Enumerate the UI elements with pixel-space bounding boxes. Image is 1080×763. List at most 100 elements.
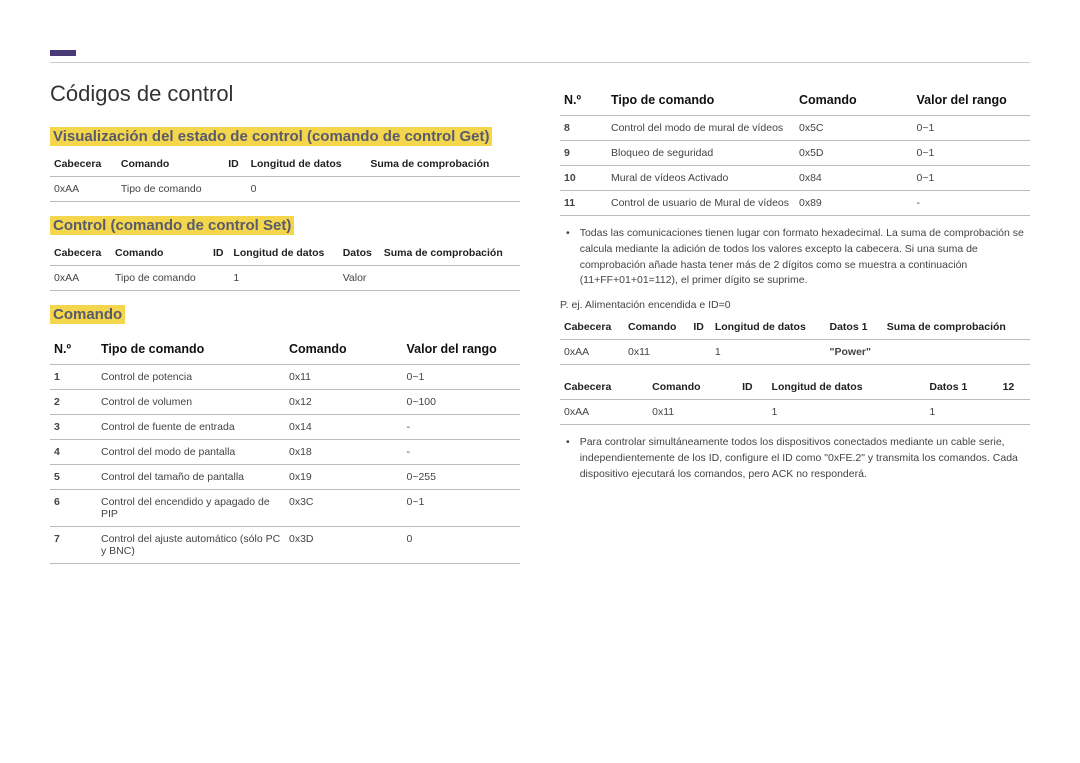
td: 0xAA xyxy=(50,177,117,202)
td: 0~1 xyxy=(403,490,521,527)
td: 7 xyxy=(50,527,97,564)
td: Valor xyxy=(339,266,380,291)
td: 2 xyxy=(50,390,97,415)
td: Control del modo de mural de vídeos xyxy=(607,116,795,141)
th: Suma de comprobación xyxy=(883,315,1030,340)
table-row: 9Bloqueo de seguridad0x5D0~1 xyxy=(560,141,1030,166)
td: Mural de vídeos Activado xyxy=(607,166,795,191)
td: 1 xyxy=(925,400,998,425)
th: Comando xyxy=(624,315,689,340)
table-row: 8Control del modo de mural de vídeos0x5C… xyxy=(560,116,1030,141)
td: 0 xyxy=(403,527,521,564)
td xyxy=(366,177,520,202)
td: 0x19 xyxy=(285,465,403,490)
td: 0x11 xyxy=(648,400,738,425)
table-row: 11Control de usuario de Mural de vídeos0… xyxy=(560,191,1030,216)
td: 0x3C xyxy=(285,490,403,527)
td: Control de potencia xyxy=(97,365,285,390)
td: 11 xyxy=(560,191,607,216)
note-2: • Para controlar simultáneamente todos l… xyxy=(566,435,1030,482)
td: Control del encendido y apagado de PIP xyxy=(97,490,285,527)
td: Bloqueo de seguridad xyxy=(607,141,795,166)
td: 0xAA xyxy=(50,266,111,291)
td: 1 xyxy=(711,340,826,365)
td: Control de volumen xyxy=(97,390,285,415)
th-cmd: Comando xyxy=(795,81,913,116)
th: Datos 1 xyxy=(826,315,883,340)
td: 0 xyxy=(247,177,367,202)
td: Tipo de comando xyxy=(117,177,224,202)
td: Tipo de comando xyxy=(111,266,209,291)
th: Longitud de datos xyxy=(768,375,926,400)
td: Control de fuente de entrada xyxy=(97,415,285,440)
th: Comando xyxy=(117,152,224,177)
th-rango: Valor del rango xyxy=(403,330,521,365)
table-row: 3Control de fuente de entrada0x14- xyxy=(50,415,520,440)
example-label: P. ej. Alimentación encendida e ID=0 xyxy=(560,299,1030,311)
th-no: N.º xyxy=(50,330,97,365)
bullet-icon: • xyxy=(566,435,570,482)
td xyxy=(380,266,520,291)
section-get-title-text: Visualización del estado de control (com… xyxy=(50,127,492,146)
table-row: 6Control del encendido y apagado de PIP0… xyxy=(50,490,520,527)
td xyxy=(224,177,246,202)
section-set-title: Control (comando de control Set) xyxy=(50,216,520,235)
th: Datos 1 xyxy=(925,375,998,400)
td: Control del tamaño de pantalla xyxy=(97,465,285,490)
th: 12 xyxy=(999,375,1030,400)
section-cmd-title-text: Comando xyxy=(50,305,125,324)
td: 0~100 xyxy=(403,390,521,415)
table-example-1: Cabecera Comando ID Longitud de datos Da… xyxy=(560,315,1030,365)
table-cmd-right: N.º Tipo de comando Comando Valor del ra… xyxy=(560,81,1030,216)
td: 1 xyxy=(768,400,926,425)
td: 3 xyxy=(50,415,97,440)
td: - xyxy=(913,191,1031,216)
td: 1 xyxy=(50,365,97,390)
th-rango: Valor del rango xyxy=(913,81,1031,116)
page-title: Códigos de control xyxy=(50,81,520,107)
table-row: 2Control de volumen0x120~100 xyxy=(50,390,520,415)
td: 0x18 xyxy=(285,440,403,465)
td: 0x11 xyxy=(285,365,403,390)
td: 0~255 xyxy=(403,465,521,490)
td: 0~1 xyxy=(913,141,1031,166)
th-tipo: Tipo de comando xyxy=(607,81,795,116)
th: Longitud de datos xyxy=(711,315,826,340)
td: 1 xyxy=(229,266,338,291)
th-cmd: Comando xyxy=(285,330,403,365)
td: 0x5D xyxy=(795,141,913,166)
th: Cabecera xyxy=(560,375,648,400)
td: 0xAA xyxy=(560,340,624,365)
td: 0x14 xyxy=(285,415,403,440)
td: 5 xyxy=(50,465,97,490)
td xyxy=(689,340,710,365)
td: 0x89 xyxy=(795,191,913,216)
table-example-2: Cabecera Comando ID Longitud de datos Da… xyxy=(560,375,1030,425)
header-accent-bar xyxy=(50,50,76,56)
td: 10 xyxy=(560,166,607,191)
th-tipo: Tipo de comando xyxy=(97,330,285,365)
section-cmd-title: Comando xyxy=(50,305,520,324)
th: ID xyxy=(224,152,246,177)
table-row: 5Control del tamaño de pantalla0x190~255 xyxy=(50,465,520,490)
note-1: • Todas las comunicaciones tienen lugar … xyxy=(566,226,1030,289)
th-no: N.º xyxy=(560,81,607,116)
td: 0x5C xyxy=(795,116,913,141)
table-row: 10Mural de vídeos Activado0x840~1 xyxy=(560,166,1030,191)
td: 0~1 xyxy=(913,166,1031,191)
th: Cabecera xyxy=(50,241,111,266)
table-row: 1Control de potencia0x110~1 xyxy=(50,365,520,390)
table-row: 4Control del modo de pantalla0x18- xyxy=(50,440,520,465)
section-get-title: Visualización del estado de control (com… xyxy=(50,127,520,146)
td: 8 xyxy=(560,116,607,141)
td xyxy=(738,400,767,425)
td: Control de usuario de Mural de vídeos xyxy=(607,191,795,216)
section-set-title-text: Control (comando de control Set) xyxy=(50,216,294,235)
table-cmd-left: N.º Tipo de comando Comando Valor del ra… xyxy=(50,330,520,564)
td: 0x11 xyxy=(624,340,689,365)
td: Control del ajuste automático (sólo PC y… xyxy=(97,527,285,564)
th: Longitud de datos xyxy=(229,241,338,266)
note-2-text: Para controlar simultáneamente todos los… xyxy=(580,435,1030,482)
td: 0x3D xyxy=(285,527,403,564)
td: 0~1 xyxy=(913,116,1031,141)
